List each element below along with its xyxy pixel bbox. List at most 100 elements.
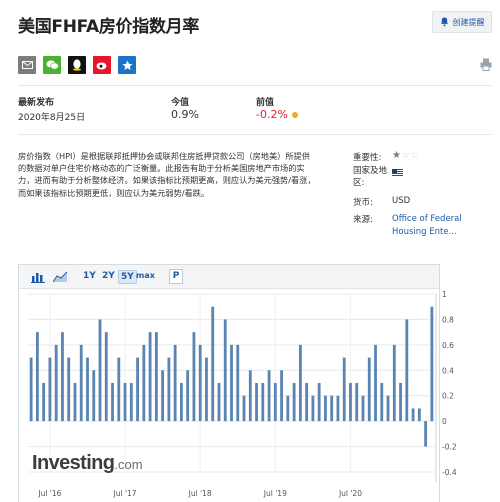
importance-stars: ★☆☆: [392, 150, 419, 161]
divider: [18, 134, 492, 135]
data-bar: [61, 332, 64, 422]
y-tick-label: 1: [442, 290, 447, 299]
data-bar: [129, 383, 133, 422]
data-bar: [167, 357, 171, 422]
revised-dot-icon: [291, 112, 298, 118]
data-bar: [205, 357, 208, 422]
chart-toolbar: 1Y 2Y 5Y max P: [19, 265, 439, 289]
data-bar: [104, 332, 108, 422]
data-bar: [261, 383, 265, 422]
data-bar: [192, 332, 196, 422]
y-tick-label: 0.4: [442, 366, 454, 375]
y-tick-label: 0: [442, 417, 447, 426]
data-bar: [424, 421, 428, 447]
data-bar: [361, 395, 365, 422]
logo-suffix: .com: [114, 457, 143, 472]
data-bar: [430, 306, 434, 422]
data-bar: [242, 395, 246, 422]
latest-release-date: 2020年8月25日: [18, 113, 86, 123]
data-bar: [336, 395, 340, 422]
previous-label: 前值: [256, 98, 275, 108]
divider: [18, 85, 492, 86]
data-bar: [48, 357, 52, 422]
data-bar: [35, 332, 39, 422]
data-bar: [292, 383, 296, 422]
data-bar: [286, 395, 290, 422]
weibo-icon[interactable]: [93, 56, 111, 74]
data-bar: [180, 383, 183, 422]
y-tick-label: 0.6: [442, 341, 454, 350]
data-bar: [154, 332, 158, 422]
indicator-description: 房价指数（HPI）是根据联邦抵押协会或联邦住房抵押贷款公司（房地美）所提供的数据…: [18, 151, 316, 198]
actual-label: 今值: [171, 98, 190, 108]
data-bar: [349, 383, 352, 422]
qq-icon[interactable]: [68, 56, 86, 74]
y-tick-label: 0.8: [442, 315, 454, 324]
actual-value: 0.9%: [171, 108, 199, 121]
data-bar: [386, 395, 390, 422]
data-bar: [411, 408, 415, 422]
data-bar: [298, 344, 302, 422]
range-1y-button[interactable]: 1Y: [81, 270, 98, 282]
logo-main: Investing: [32, 452, 115, 474]
data-bar: [267, 370, 271, 422]
data-bar: [324, 395, 327, 422]
source-label: 来源:: [353, 215, 373, 225]
y-tick-label: -0.2: [442, 443, 457, 452]
mail-icon[interactable]: [18, 56, 36, 74]
data-bar: [374, 344, 377, 422]
data-bar: [392, 344, 396, 422]
data-bar: [92, 370, 96, 422]
data-bar: [29, 357, 33, 422]
x-tick-label: Jul '17: [113, 489, 137, 498]
star-empty-icon: ☆: [400, 150, 410, 161]
data-bar: [186, 370, 190, 422]
data-bar: [230, 344, 233, 422]
data-bar: [142, 344, 146, 422]
p-button[interactable]: P: [169, 269, 183, 284]
data-bar: [98, 319, 102, 422]
data-bar: [355, 383, 359, 422]
data-bar: [54, 344, 58, 422]
data-bar: [161, 370, 165, 422]
data-bar: [417, 408, 421, 422]
data-bar: [330, 395, 334, 422]
x-tick-label: Jul '20: [338, 489, 362, 498]
share-bar: [18, 56, 143, 74]
print-icon[interactable]: [480, 58, 492, 71]
data-bar: [405, 319, 409, 422]
data-bar: [273, 383, 277, 422]
x-tick-label: Jul '18: [188, 489, 212, 498]
data-bar: [111, 383, 114, 422]
bar-chart-icon[interactable]: [31, 270, 46, 283]
data-bar: [311, 395, 315, 422]
data-bar: [217, 383, 221, 422]
data-bar: [79, 344, 83, 422]
data-bar: [380, 383, 384, 422]
previous-value-wrap: -0.2%: [256, 108, 298, 121]
area-chart-icon[interactable]: [53, 270, 68, 283]
data-bar: [367, 357, 371, 422]
range-5y-button[interactable]: 5Y: [118, 270, 137, 284]
data-bar: [236, 344, 240, 422]
data-bar: [86, 357, 89, 422]
range-2y-button[interactable]: 2Y: [100, 270, 117, 282]
data-bar: [280, 370, 283, 422]
data-bar: [211, 306, 215, 422]
data-bar: [73, 383, 77, 422]
data-bar: [305, 383, 309, 422]
data-bar: [173, 344, 177, 422]
data-bar: [223, 319, 227, 422]
currency-value: USD: [392, 196, 411, 206]
data-bar: [399, 383, 402, 422]
data-bar: [117, 357, 121, 422]
investing-logo: Investing.com: [32, 452, 143, 475]
favorite-star-icon[interactable]: [118, 56, 136, 74]
wechat-icon[interactable]: [43, 56, 61, 74]
data-bar: [255, 383, 258, 422]
create-alert-button[interactable]: 创建提醒: [432, 11, 492, 33]
data-bar: [248, 370, 252, 422]
range-max-button[interactable]: max: [136, 271, 155, 280]
star-empty-icon: ☆: [409, 150, 419, 161]
source-link[interactable]: Office of Federal Housing Ente...: [392, 213, 468, 239]
